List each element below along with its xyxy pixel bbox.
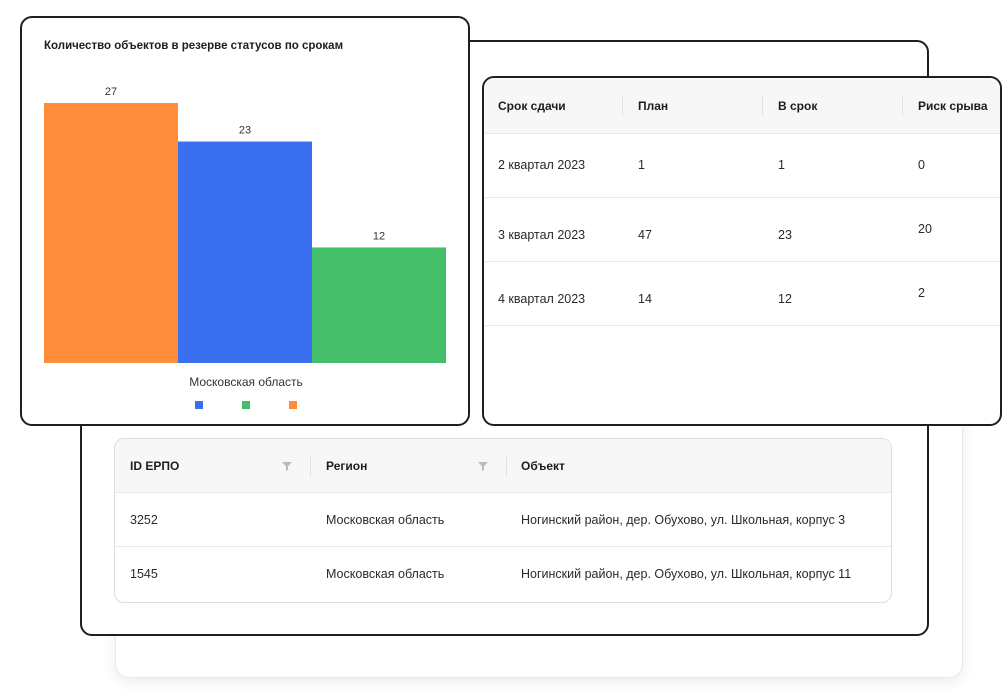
table-header-row: ID ЕРПО Регион Объект [115,439,891,493]
bars-group: 27 23 12 [44,86,446,363]
bar-value-label: 23 [239,125,251,137]
cell-id: 1545 [130,567,158,581]
cell-period: 3 квартал 2023 [498,228,586,242]
bar-chart: 27 23 12 Московская область [44,86,446,409]
table-row[interactable]: 1545 Московская область Ногинский район,… [115,547,891,601]
bar-value-label: 27 [105,86,117,98]
cell-object: Ногинский район, дер. Обухово, ул. Школь… [521,567,852,581]
cell-id: 3252 [130,513,158,527]
bar[interactable] [44,103,178,363]
table-row[interactable]: 4 квартал 2023 14 12 2 [484,262,1000,326]
table-header-row: Срок сдачи План В срок Риск срыва [484,78,1000,134]
bar-value-label: 12 [373,230,385,242]
filter-icon[interactable] [281,460,293,472]
legend-swatch[interactable] [289,401,297,409]
cell-risk: 2 [918,286,925,300]
cell-plan: 14 [638,292,652,306]
objects-table: ID ЕРПО Регион Объект 3252 Московская об… [114,438,892,603]
column-divider [762,96,763,116]
table-row[interactable]: 3 квартал 2023 47 23 20 [484,198,1000,262]
column-divider [902,96,903,116]
bar[interactable] [178,141,312,363]
header-srok-sdachi[interactable]: Срок сдачи [498,99,566,113]
header-plan[interactable]: План [638,99,668,113]
bar[interactable] [312,247,446,363]
column-divider [310,457,311,477]
legend-swatch[interactable] [195,401,203,409]
chart-card: Количество объектов в резерве статусов п… [20,16,470,426]
cell-region: Московская область [326,567,445,581]
quarters-table: Срок сдачи План В срок Риск срыва 2 квар… [484,78,1000,326]
cell-on-time: 1 [778,158,785,172]
cell-period: 4 квартал 2023 [498,292,586,306]
cell-region: Московская область [326,513,445,527]
cell-plan: 47 [638,228,652,242]
table-row[interactable]: 2 квартал 2023 1 1 0 [484,134,1000,198]
header-region[interactable]: Регион [326,459,367,473]
header-id-erpo[interactable]: ID ЕРПО [130,459,179,473]
cell-on-time: 23 [778,228,792,242]
cell-period: 2 квартал 2023 [498,158,586,172]
filter-icon[interactable] [477,460,489,472]
header-risk-sryva[interactable]: Риск срыва [918,99,988,113]
column-divider [506,457,507,477]
cell-on-time: 12 [778,292,792,306]
legend [195,401,297,409]
x-axis-label: Московская область [189,375,303,389]
header-v-srok[interactable]: В срок [778,99,817,113]
quarters-table-card: Срок сдачи План В срок Риск срыва 2 квар… [482,76,1002,426]
cell-object: Ногинский район, дер. Обухово, ул. Школь… [521,513,846,527]
cell-risk: 0 [918,158,925,172]
column-divider [622,96,623,116]
cell-risk: 20 [918,222,932,236]
legend-swatch[interactable] [242,401,250,409]
cell-plan: 1 [638,158,645,172]
header-object[interactable]: Объект [521,459,565,473]
table-row[interactable]: 3252 Московская область Ногинский район,… [115,493,891,547]
